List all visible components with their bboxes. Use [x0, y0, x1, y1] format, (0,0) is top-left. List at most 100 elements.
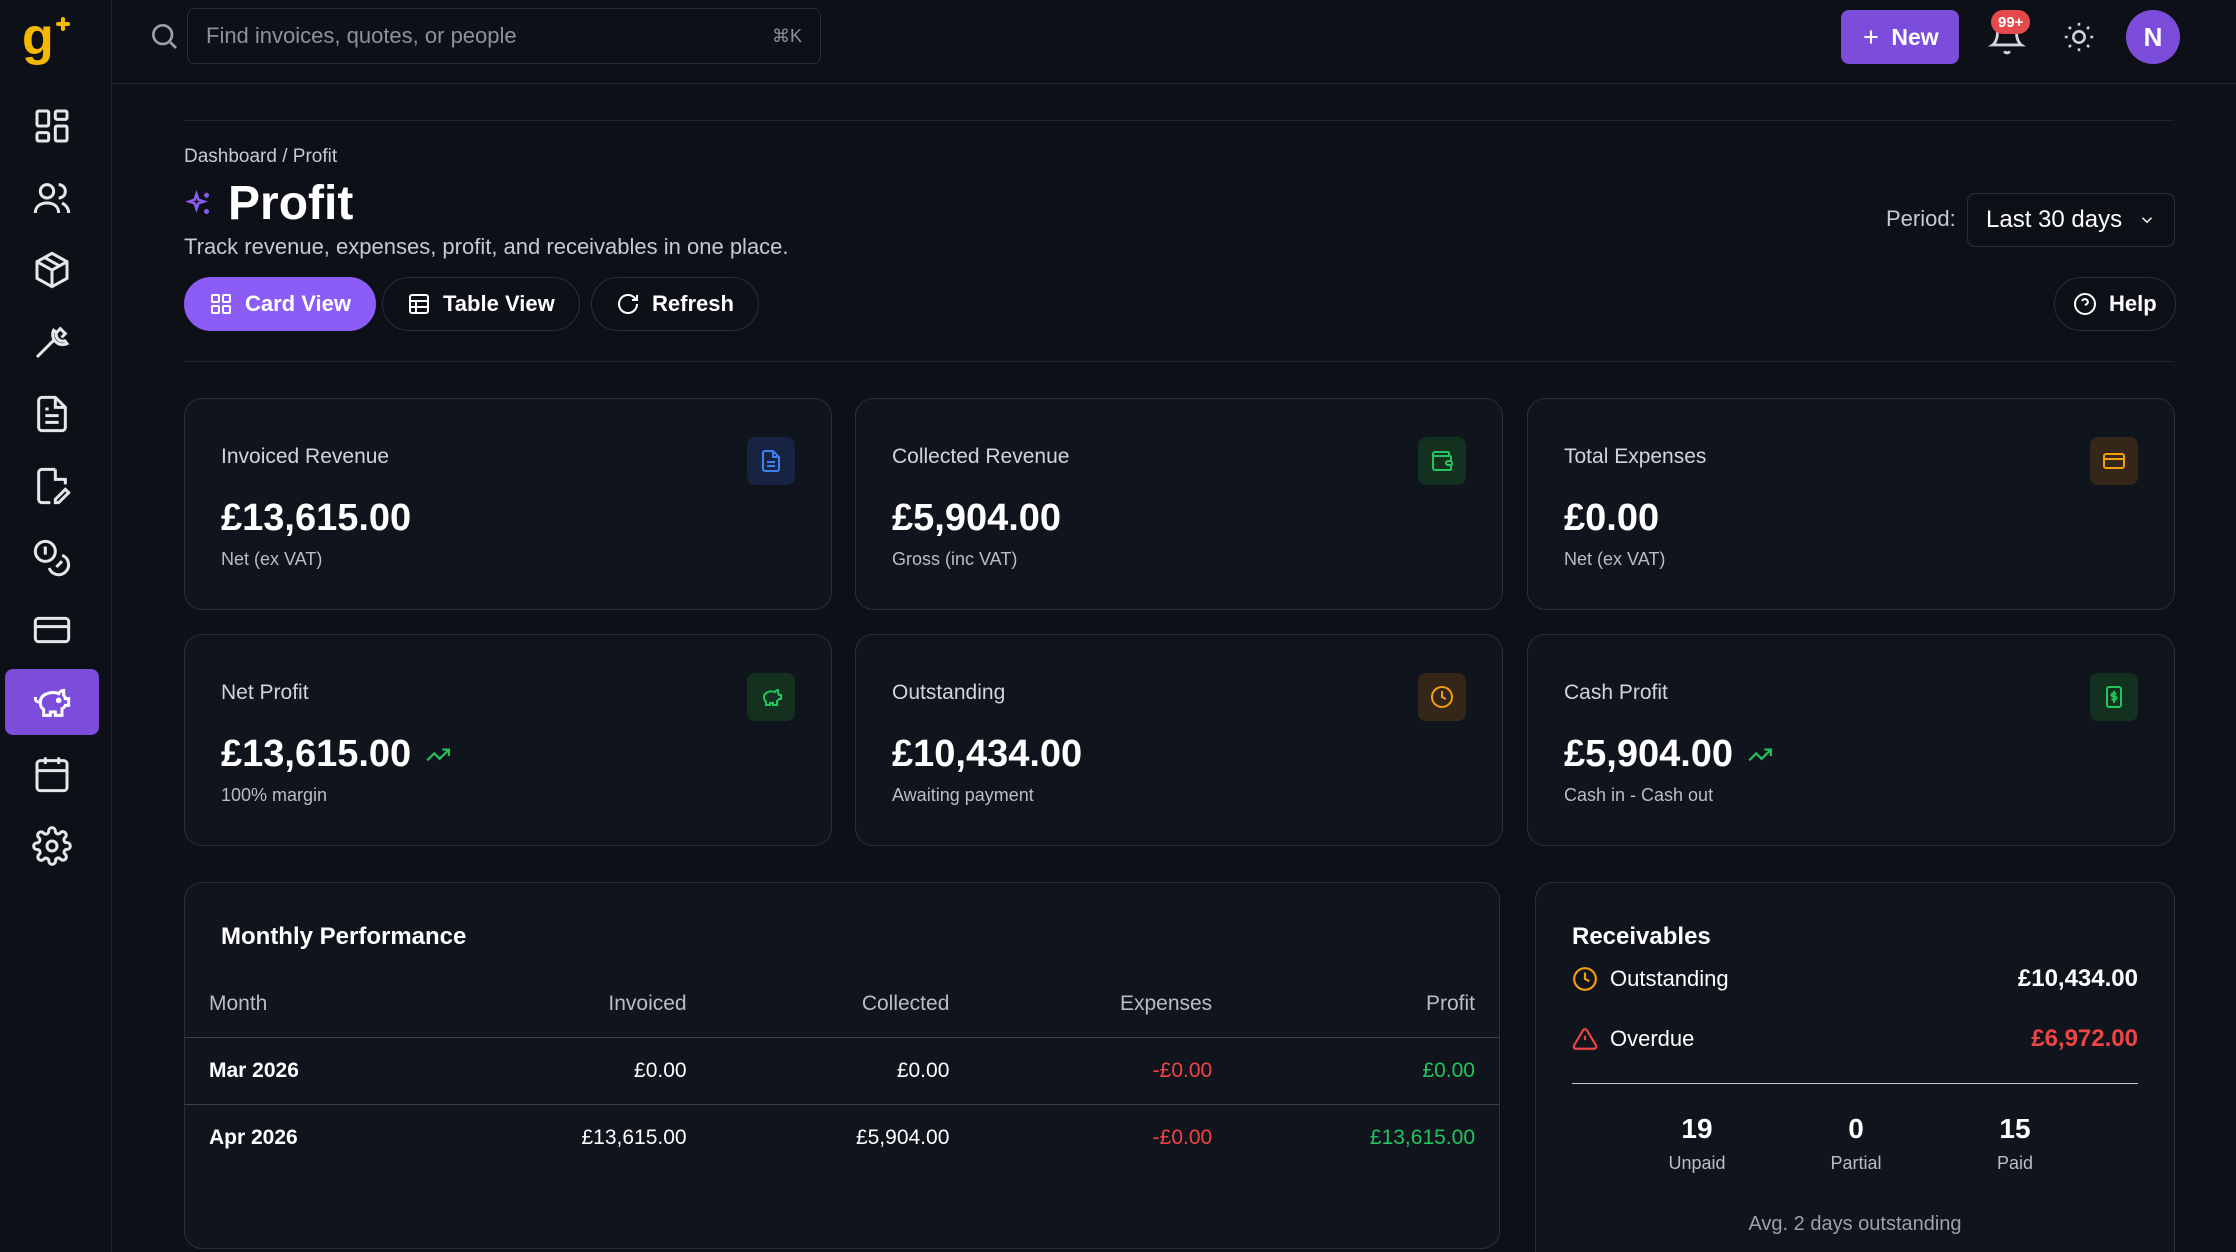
- divider: [184, 361, 2174, 362]
- trending-up-icon: [426, 748, 451, 761]
- wallet-icon: [1432, 451, 1453, 471]
- grid-icon: [211, 294, 231, 314]
- monthly-table: Month Invoiced Collected Expenses Profit…: [185, 971, 1499, 1171]
- sidebar-item-invoices[interactable]: [5, 381, 99, 447]
- card-sub: 100% margin: [221, 785, 328, 805]
- card-icon-wrap: [2090, 673, 2138, 721]
- column-header: Collected: [861, 991, 950, 1015]
- piggy-bank-icon: [33, 688, 71, 717]
- sidebar-item-calendar[interactable]: [5, 741, 99, 807]
- card-value: £0.00: [1564, 497, 1659, 540]
- credit-card-icon: [2103, 453, 2125, 469]
- sidebar-item-products[interactable]: [5, 237, 99, 303]
- sidebar-item-tools[interactable]: [5, 309, 99, 375]
- stat-value: 15: [1999, 1113, 2031, 1144]
- card-value-text: £13,615.00: [221, 497, 412, 539]
- help-button[interactable]: Help: [2054, 277, 2176, 331]
- coins-icon: [33, 539, 71, 577]
- gear-icon: [32, 826, 72, 866]
- svg-text:g: g: [22, 10, 54, 66]
- card-value: £5,904.00: [892, 497, 1061, 540]
- search-icon[interactable]: [148, 20, 180, 52]
- stat-unpaid: 19 Unpaid: [1622, 1113, 1772, 1174]
- card-label: Net Profit: [221, 681, 309, 704]
- search-shortcut: ⌘K: [771, 25, 802, 46]
- table-row[interactable]: Apr 2026 £13,615.00 £5,904.00 -£0.00 £13…: [185, 1103, 1499, 1171]
- new-button[interactable]: New: [1841, 10, 1959, 64]
- divider: [1572, 1083, 2138, 1084]
- card-value: £13,615.00: [221, 733, 451, 776]
- help-icon: [2074, 293, 2096, 315]
- plus-icon: [1864, 30, 1879, 44]
- period-select[interactable]: Last 30 days: [1967, 193, 2175, 247]
- sidebar-item-payments[interactable]: [5, 525, 99, 591]
- stat-label: Partial: [1830, 1153, 1882, 1173]
- card-value: £13,615.00: [221, 497, 411, 540]
- card-label: Total Expenses: [1564, 445, 1707, 468]
- dashboard-icon: [35, 109, 69, 143]
- sidebar-item-profit[interactable]: [5, 669, 99, 735]
- credit-card-icon: [33, 616, 71, 644]
- table-header-row: Month Invoiced Collected Expenses Profit: [185, 971, 1499, 1037]
- card-value-text: £10,434.00: [892, 733, 1083, 775]
- table-cell: -£0.00: [973, 1103, 1237, 1171]
- card-label: Outstanding: [892, 681, 1006, 704]
- period-label: Period:: [1886, 206, 1956, 231]
- wrench-icon: [35, 326, 70, 359]
- table-view-button[interactable]: Table View: [382, 277, 580, 331]
- collected-revenue-card: Collected Revenue £5,904.00 Gross (inc V…: [855, 398, 1503, 610]
- column-header: Expenses: [1119, 991, 1213, 1015]
- sidebar-item-dashboard[interactable]: [5, 93, 99, 159]
- table-icon: [409, 294, 429, 314]
- card-value: £10,434.00: [892, 733, 1082, 776]
- file-edit-icon: [37, 467, 71, 505]
- clock-icon: [1431, 686, 1453, 708]
- invoiced-revenue-card: Invoiced Revenue £13,615.00 Net (ex VAT): [184, 398, 832, 610]
- avatar[interactable]: N: [2126, 10, 2180, 64]
- table-cell: £0.00: [474, 1036, 711, 1104]
- receivables-overdue-row: Overdue £6,972.00: [1572, 1025, 2138, 1053]
- search-input[interactable]: [206, 23, 772, 49]
- table-cell: Apr 2026: [185, 1103, 475, 1171]
- trending-up-icon: [1748, 748, 1772, 761]
- page-subtitle: Track revenue, expenses, profit, and rec…: [184, 234, 789, 259]
- stat-partial: 0 Partial: [1781, 1113, 1931, 1174]
- stat-value: 0: [1848, 1113, 1864, 1144]
- stat-paid: 15 Paid: [1940, 1113, 2090, 1174]
- sparkles-icon: [185, 189, 209, 214]
- column-header: Invoiced: [608, 991, 687, 1015]
- stat-label: Paid: [1996, 1153, 2034, 1173]
- card-sub: Net (ex VAT): [1564, 549, 1666, 569]
- refresh-button[interactable]: Refresh: [591, 277, 759, 331]
- table-cell: £13,615.00: [1236, 1103, 1499, 1171]
- table-cell: £13,615.00: [474, 1103, 711, 1171]
- card-value: £5,904.00: [1564, 733, 1773, 776]
- outstanding-card: Outstanding £10,434.00 Awaiting payment: [855, 634, 1503, 846]
- sidebar-item-people[interactable]: [5, 165, 99, 231]
- piggy-bank-icon: [762, 688, 782, 706]
- receivables-panel: Receivables Outstanding £10,434.00 Overd…: [1535, 882, 2175, 1252]
- card-value-text: £13,615.00: [221, 733, 412, 775]
- card-icon-wrap: [2090, 437, 2138, 485]
- overdue-amount: £6,972.00: [2031, 1025, 2138, 1052]
- panel-title: Monthly Performance: [221, 923, 467, 950]
- app-logo[interactable]: g: [20, 10, 70, 70]
- chevron-down-icon: [2141, 217, 2153, 224]
- table-view-label: Table View: [443, 291, 555, 316]
- sidebar-item-cards[interactable]: [5, 597, 99, 663]
- card-icon-wrap: [1418, 437, 1466, 485]
- card-view-button[interactable]: Card View: [184, 277, 376, 331]
- sidebar-item-settings[interactable]: [5, 813, 99, 879]
- document-icon: [762, 450, 780, 472]
- search-field[interactable]: ⌘K: [187, 8, 821, 64]
- monthly-performance-panel: Monthly Performance Month Invoiced Colle…: [184, 882, 1500, 1249]
- sidebar: g: [0, 0, 112, 1252]
- top-bar: ⌘K New 99+ N: [112, 0, 2236, 84]
- theme-toggle-icon[interactable]: [2062, 20, 2096, 54]
- title-row: Profit: [184, 176, 353, 231]
- panel-title: Receivables: [1572, 923, 1711, 950]
- outstanding-label: Outstanding: [1610, 966, 1729, 991]
- table-row[interactable]: Mar 2026 £0.00 £0.00 -£0.00 £0.00: [185, 1036, 1499, 1104]
- sidebar-item-quotes[interactable]: [5, 453, 99, 519]
- warning-icon: [1572, 1028, 1598, 1050]
